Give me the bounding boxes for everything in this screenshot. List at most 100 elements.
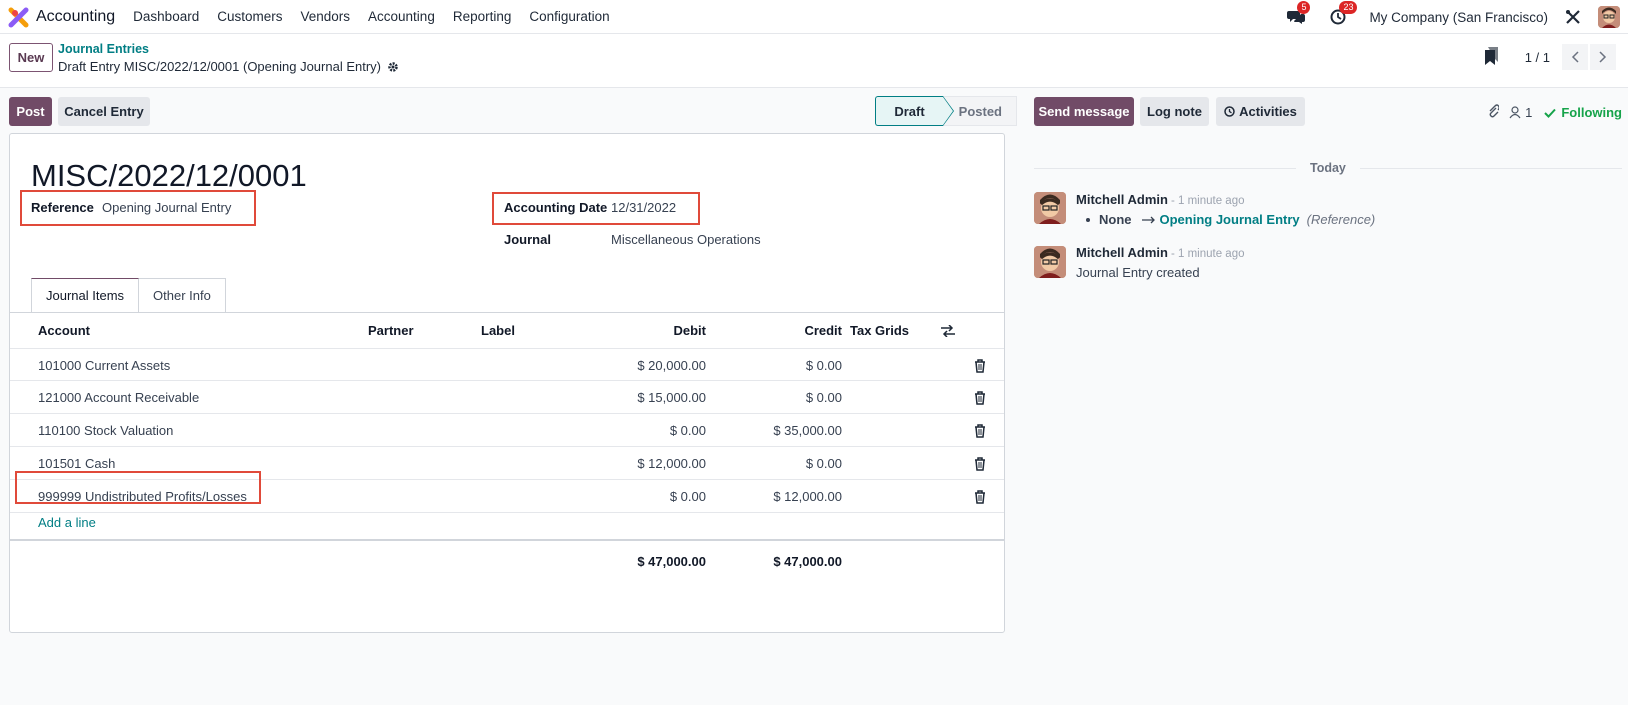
pager-value[interactable]: 1 / 1 (1525, 50, 1550, 65)
activities-badge: 23 (1339, 1, 1358, 14)
bookmark-icon[interactable] (1484, 46, 1499, 68)
col-label[interactable]: Label (481, 323, 515, 338)
message-author-avatar[interactable] (1034, 192, 1066, 224)
messages-icon[interactable]: 5 (1285, 1, 1311, 28)
col-partner[interactable]: Partner (368, 323, 414, 338)
table-row[interactable]: 101000 Current Assets $ 20,000.00 $ 0.00 (10, 348, 1004, 382)
accounting-date-input[interactable]: 12/31/2022 (611, 200, 676, 215)
table-row[interactable]: 110100 Stock Valuation $ 0.00 $ 35,000.0… (10, 413, 1004, 447)
paperclip-icon[interactable] (1487, 103, 1500, 122)
clock-icon (1224, 106, 1235, 117)
cell-account: 101000 Current Assets (38, 358, 171, 373)
followers-button[interactable]: 1 (1509, 105, 1532, 120)
status-draft-label: Draft (894, 103, 925, 119)
message-time: - 1 minute ago (1170, 195, 1245, 207)
breadcrumb-journal-entries[interactable]: Journal Entries (58, 42, 149, 56)
status-draft[interactable]: Draft (875, 96, 954, 126)
form-sheet: MISC/2022/12/0001 Reference Opening Jour… (9, 133, 1005, 633)
trash-icon[interactable] (974, 359, 986, 373)
table-row[interactable]: 121000 Account Receivable $ 15,000.00 $ … (10, 380, 1004, 414)
accounting-app-icon[interactable] (8, 6, 30, 28)
tab-other-info[interactable]: Other Info (139, 278, 226, 312)
following-button[interactable]: Following (1544, 105, 1622, 120)
table-header: Account Partner Label Debit Credit Tax G… (10, 314, 1004, 346)
nav-configuration[interactable]: Configuration (529, 9, 609, 24)
undistributed-profits-highlight-box (15, 471, 261, 504)
cell-account: 110100 Stock Valuation (38, 423, 174, 438)
app-title[interactable]: Accounting (36, 8, 115, 26)
notebook-tabs: Journal Items Other Info (31, 278, 226, 312)
tabs-divider (10, 312, 1004, 313)
add-a-line-link[interactable]: Add a line (38, 515, 96, 530)
message-author[interactable]: Mitchell Admin - 1 minute ago (1076, 192, 1244, 207)
send-message-button[interactable]: Send message (1034, 97, 1134, 126)
date-separator-line-right (1360, 168, 1622, 169)
col-account[interactable]: Account (38, 323, 90, 338)
cell-credit: $ 0.00 (805, 456, 842, 471)
log-note-button[interactable]: Log note (1140, 97, 1209, 126)
message-author-avatar[interactable] (1034, 246, 1066, 278)
author-name[interactable]: Mitchell Admin (1076, 192, 1168, 207)
nav-dashboard[interactable]: Dashboard (133, 9, 199, 24)
reference-input[interactable]: Opening Journal Entry (102, 200, 231, 215)
messages-badge: 5 (1297, 1, 1311, 14)
breadcrumb-current: Draft Entry MISC/2022/12/0001 (Opening J… (58, 59, 399, 74)
trash-icon[interactable] (974, 457, 986, 471)
col-tax-grids[interactable]: Tax Grids (850, 323, 909, 338)
control-panel: New Journal Entries Draft Entry MISC/202… (0, 34, 1628, 88)
status-posted[interactable]: Posted (943, 96, 1017, 126)
user-icon (1509, 106, 1521, 119)
nav-customers[interactable]: Customers (217, 9, 282, 24)
new-value: Opening Journal Entry (1159, 212, 1300, 227)
activities-label: Activities (1239, 104, 1297, 119)
company-switcher[interactable]: My Company (San Francisco) (1369, 10, 1548, 25)
total-credit: $ 47,000.00 (773, 554, 842, 569)
cell-credit: $ 12,000.00 (773, 489, 842, 504)
check-icon (1544, 108, 1557, 118)
nav-vendors[interactable]: Vendors (300, 9, 350, 24)
activities-button[interactable]: Activities (1216, 97, 1305, 126)
user-avatar[interactable] (1598, 6, 1620, 28)
nav-accounting[interactable]: Accounting (368, 9, 435, 24)
cell-credit: $ 35,000.00 (773, 423, 842, 438)
gear-icon[interactable] (387, 61, 399, 73)
arrow-right-icon (1141, 216, 1155, 223)
following-label: Following (1561, 105, 1622, 120)
cell-debit: $ 12,000.00 (637, 456, 706, 471)
followers-count: 1 (1525, 105, 1533, 120)
message-body: Journal Entry created (1076, 265, 1200, 280)
trash-icon[interactable] (974, 391, 986, 405)
pager: 1 / 1 (1484, 44, 1616, 70)
column-settings-icon[interactable] (941, 324, 955, 340)
cell-account: 121000 Account Receivable (38, 390, 200, 405)
record-name[interactable]: MISC/2022/12/0001 (31, 158, 307, 194)
activities-clock-icon[interactable]: 23 (1327, 1, 1358, 28)
chevron-right-icon (1599, 51, 1607, 63)
tab-journal-items[interactable]: Journal Items (31, 278, 140, 312)
date-separator-line-left (1034, 168, 1296, 169)
total-debit: $ 47,000.00 (637, 554, 706, 569)
message-time: - 1 minute ago (1170, 248, 1245, 260)
bullet (1086, 217, 1090, 222)
message-author[interactable]: Mitchell Admin - 1 minute ago (1076, 245, 1244, 260)
cell-account: 101501 Cash (38, 456, 116, 471)
cell-credit: $ 0.00 (805, 390, 842, 405)
cell-debit: $ 0.00 (669, 489, 706, 504)
post-button[interactable]: Post (9, 97, 52, 126)
tools-icon[interactable] (1562, 6, 1584, 28)
cancel-entry-button[interactable]: Cancel Entry (58, 97, 150, 126)
nav-reporting[interactable]: Reporting (453, 9, 512, 24)
pager-next-button[interactable] (1590, 44, 1616, 70)
new-button[interactable]: New (9, 43, 53, 72)
journal-input[interactable]: Miscellaneous Operations (611, 232, 761, 247)
journal-label: Journal (504, 232, 551, 247)
trash-icon[interactable] (974, 424, 986, 438)
col-debit[interactable]: Debit (610, 323, 707, 338)
trash-icon[interactable] (974, 490, 986, 504)
pager-previous-button[interactable] (1562, 44, 1588, 70)
accounting-date-label: Accounting Date (504, 200, 608, 215)
col-credit[interactable]: Credit (750, 323, 842, 338)
systray: 5 23 My Company (San Francisco) (1285, 0, 1620, 34)
cell-debit: $ 0.00 (669, 423, 706, 438)
author-name[interactable]: Mitchell Admin (1076, 245, 1168, 260)
